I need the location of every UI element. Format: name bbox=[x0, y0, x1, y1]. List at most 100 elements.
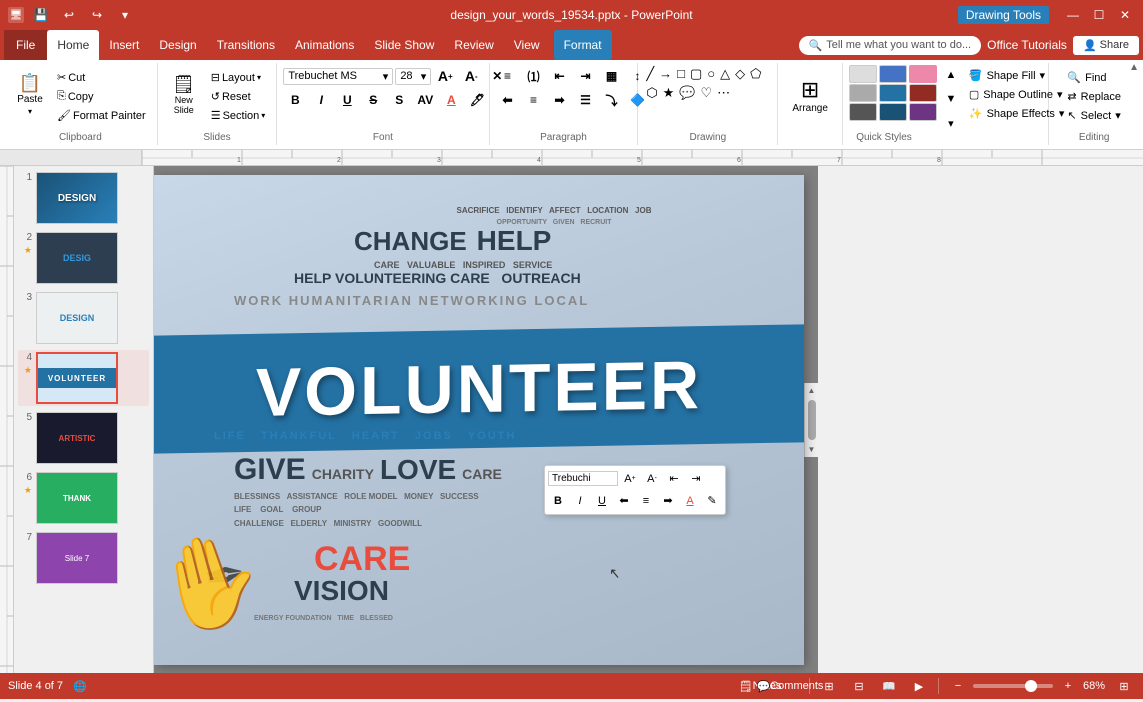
justify-btn[interactable]: ☰ bbox=[574, 89, 598, 111]
canvas-area[interactable]: SACRIFICE IDENTIFY AFFECT LOCATION JOB O… bbox=[154, 166, 818, 673]
qs-box-1[interactable] bbox=[849, 65, 877, 83]
italic-btn[interactable]: I bbox=[309, 89, 333, 111]
qs-box-7[interactable] bbox=[849, 103, 877, 121]
slide-thumb-2[interactable]: 2 ★ DESIG bbox=[18, 230, 149, 286]
mini-font-color-btn[interactable]: A bbox=[680, 491, 700, 511]
cut-btn[interactable]: ✂ Cut bbox=[52, 69, 151, 86]
find-btn[interactable]: 🔍 Find bbox=[1061, 69, 1127, 86]
align-right-btn[interactable]: ➡ bbox=[548, 89, 572, 111]
mini-font-inc[interactable]: A+ bbox=[620, 469, 640, 489]
menu-insert[interactable]: Insert bbox=[99, 30, 149, 60]
slide-img-3[interactable]: DESIGN bbox=[36, 292, 118, 344]
slide-canvas[interactable]: SACRIFICE IDENTIFY AFFECT LOCATION JOB O… bbox=[154, 175, 804, 665]
bold-btn[interactable]: B bbox=[283, 89, 307, 111]
scroll-thumb[interactable] bbox=[808, 400, 816, 440]
shape-star[interactable]: ★ bbox=[661, 84, 677, 102]
mini-font-dec[interactable]: A- bbox=[642, 469, 662, 489]
shape-more[interactable]: ⋯ bbox=[715, 84, 732, 102]
shape-heart[interactable]: ♡ bbox=[699, 84, 715, 102]
office-tutorials-btn[interactable]: Office Tutorials bbox=[987, 38, 1067, 52]
slide-thumb-6[interactable]: 6 ★ THANK bbox=[18, 470, 149, 526]
slide-thumb-1[interactable]: 1 DESIGN bbox=[18, 170, 149, 226]
mini-align-right-btn[interactable]: ➡ bbox=[658, 491, 678, 511]
undo-quick-btn[interactable]: ↩ bbox=[58, 4, 80, 26]
align-center-btn[interactable]: ≡ bbox=[522, 89, 546, 111]
zoom-slider[interactable] bbox=[973, 684, 1053, 688]
mini-highlight-btn[interactable]: ✎ bbox=[702, 491, 722, 511]
font-size-box[interactable]: 28 ▾ bbox=[395, 68, 431, 85]
qs-box-8[interactable] bbox=[879, 103, 907, 121]
menu-animations[interactable]: Animations bbox=[285, 30, 364, 60]
bullets-btn[interactable]: ≡ bbox=[496, 65, 520, 87]
comments-btn[interactable]: 💬 Comments bbox=[779, 677, 801, 695]
increase-font-btn[interactable]: A+ bbox=[433, 65, 457, 87]
shape-pentagon[interactable]: ⬠ bbox=[748, 65, 763, 83]
shape-rounded-rect[interactable]: ▢ bbox=[688, 65, 704, 83]
shape-rect[interactable]: □ bbox=[675, 65, 687, 83]
customize-quick-btn[interactable]: ▾ bbox=[114, 4, 136, 26]
qs-box-4[interactable] bbox=[849, 84, 877, 102]
reset-btn[interactable]: ↺ Reset bbox=[206, 88, 271, 105]
slide-img-5[interactable]: ARTISTIC bbox=[36, 412, 118, 464]
menu-view[interactable]: View bbox=[504, 30, 550, 60]
slide-thumb-3[interactable]: 3 DESIGN bbox=[18, 290, 149, 346]
decrease-indent-btn[interactable]: ⇤ bbox=[548, 65, 572, 87]
mini-indent-dec[interactable]: ⇤ bbox=[664, 469, 684, 489]
increase-indent-btn[interactable]: ⇥ bbox=[574, 65, 598, 87]
collapse-ribbon-btn[interactable]: ▲ bbox=[1129, 62, 1139, 73]
slide-img-7[interactable]: Slide 7 bbox=[36, 532, 118, 584]
char-spacing-btn[interactable]: AV bbox=[413, 89, 437, 111]
qs-box-3[interactable] bbox=[909, 65, 937, 83]
shape-diamond[interactable]: ◇ bbox=[733, 65, 747, 83]
numbering-btn[interactable]: ⑴ bbox=[522, 65, 546, 87]
share-btn[interactable]: 👤 Share bbox=[1073, 36, 1139, 55]
redo-quick-btn[interactable]: ↪ bbox=[86, 4, 108, 26]
qs-scroll-up[interactable]: ▲ bbox=[941, 65, 961, 85]
shape-callout[interactable]: 💬 bbox=[677, 84, 697, 102]
shape-arrow[interactable]: → bbox=[657, 65, 674, 83]
menu-design[interactable]: Design bbox=[149, 30, 206, 60]
slide-thumb-7[interactable]: 7 Slide 7 bbox=[18, 530, 149, 586]
menu-transitions[interactable]: Transitions bbox=[207, 30, 285, 60]
columns-btn[interactable]: ▦ bbox=[600, 65, 624, 87]
align-left-btn[interactable]: ⬅ bbox=[496, 89, 520, 111]
layout-btn[interactable]: ⊟ Layout ▾ bbox=[206, 69, 271, 86]
strikethrough-btn[interactable]: S bbox=[361, 89, 385, 111]
save-quick-btn[interactable]: 💾 bbox=[30, 4, 52, 26]
mini-align-center-btn[interactable]: ≡ bbox=[636, 491, 656, 511]
mini-bold-btn[interactable]: B bbox=[548, 491, 568, 511]
normal-view-btn[interactable]: ⊞ bbox=[818, 677, 840, 695]
zoom-in-btn[interactable]: + bbox=[1057, 677, 1079, 695]
slide-img-4[interactable]: VOLUNTEER bbox=[36, 352, 118, 404]
text-shadow-btn[interactable]: S bbox=[387, 89, 411, 111]
zoom-out-btn[interactable]: − bbox=[947, 677, 969, 695]
copy-btn[interactable]: ⎘ Copy bbox=[52, 88, 151, 105]
menu-review[interactable]: Review bbox=[444, 30, 503, 60]
underline-btn[interactable]: U bbox=[335, 89, 359, 111]
mini-italic-btn[interactable]: I bbox=[570, 491, 590, 511]
shape-hex[interactable]: ⬡ bbox=[644, 84, 659, 102]
fit-to-window-btn[interactable]: ⊞ bbox=[1113, 677, 1135, 695]
select-btn[interactable]: ↖ Select ▾ bbox=[1061, 107, 1127, 124]
mini-font-name[interactable]: Trebuchi bbox=[548, 471, 618, 486]
mini-underline-btn[interactable]: U bbox=[592, 491, 612, 511]
qs-box-5[interactable] bbox=[879, 84, 907, 102]
tell-me-input[interactable]: 🔍 Tell me what you want to do... bbox=[799, 36, 982, 55]
shape-triangle[interactable]: △ bbox=[718, 65, 732, 83]
scrollbar-vertical[interactable]: ▲ ▼ bbox=[804, 383, 818, 457]
format-painter-btn[interactable]: 🖌 Format Painter bbox=[52, 107, 151, 124]
maximize-btn[interactable]: ☐ bbox=[1089, 7, 1109, 23]
menu-home[interactable]: Home bbox=[47, 30, 99, 60]
minimize-btn[interactable]: — bbox=[1063, 7, 1083, 23]
decrease-font-btn[interactable]: A- bbox=[459, 65, 483, 87]
replace-btn[interactable]: ⇄ Replace bbox=[1061, 88, 1127, 105]
qs-scroll-down[interactable]: ▼ bbox=[941, 89, 961, 109]
menu-file[interactable]: File bbox=[4, 30, 47, 60]
qs-box-6[interactable] bbox=[909, 84, 937, 102]
shape-oval[interactable]: ○ bbox=[705, 65, 717, 83]
qs-box-9[interactable] bbox=[909, 103, 937, 121]
section-btn[interactable]: ☰ Section ▾ bbox=[206, 107, 271, 124]
paste-btn[interactable]: 📋 Paste ▾ bbox=[10, 65, 50, 125]
menu-format[interactable]: Format bbox=[554, 30, 612, 60]
scroll-down-btn[interactable]: ▼ bbox=[808, 442, 816, 457]
